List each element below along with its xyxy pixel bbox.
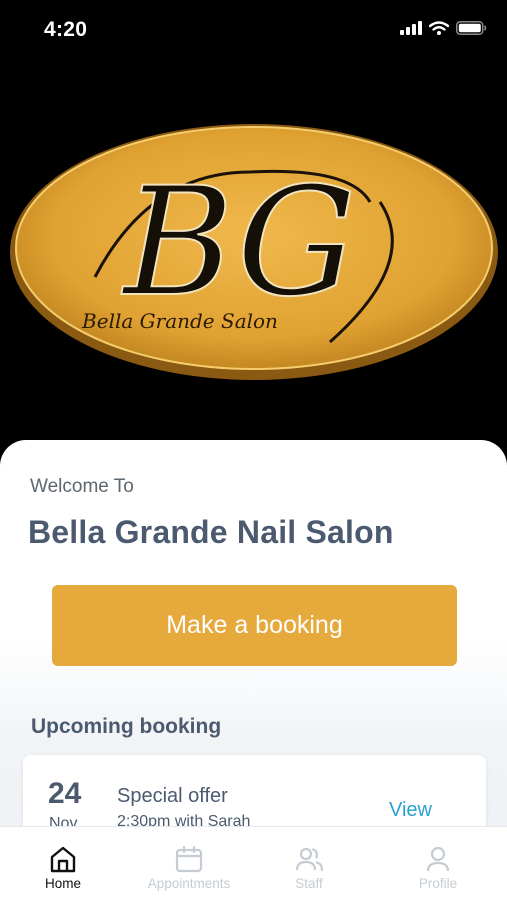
- logo-initials: BG: [121, 156, 357, 330]
- booking-title: Special offer: [117, 785, 228, 807]
- salon-logo: BG Bella Grande Salon: [10, 124, 498, 380]
- signal-icon: [400, 21, 422, 35]
- hero-banner: BG Bella Grande Salon: [0, 62, 507, 442]
- tab-home-label: Home: [44, 876, 81, 891]
- tab-staff[interactable]: Staff: [246, 827, 372, 901]
- tab-appointments[interactable]: Appointments: [126, 827, 252, 901]
- tab-appointments-label: Appointments: [147, 876, 231, 891]
- tab-profile-label: Profile: [418, 876, 458, 891]
- salon-name-heading: Bella Grande Nail Salon: [28, 514, 394, 550]
- status-icons: [400, 21, 487, 35]
- welcome-label: Welcome To: [30, 476, 134, 497]
- tab-profile[interactable]: Profile: [375, 827, 501, 901]
- home-icon: [50, 846, 76, 873]
- view-booking-link[interactable]: View: [389, 799, 432, 822]
- calendar-icon: [175, 845, 203, 873]
- upcoming-booking-heading: Upcoming booking: [31, 715, 222, 738]
- status-bar: 4:20: [0, 0, 507, 62]
- users-icon: [295, 847, 324, 872]
- tab-home[interactable]: Home: [0, 827, 126, 901]
- home-content-card: Welcome To Bella Grande Nail Salon Make …: [0, 440, 507, 845]
- status-time: 4:20: [44, 18, 88, 41]
- user-icon: [426, 846, 450, 872]
- battery-icon: [456, 21, 487, 35]
- bottom-tab-bar: Home Appointments Staff Profile: [0, 826, 507, 901]
- wifi-icon: [429, 21, 449, 35]
- logo-tagline: Bella Grande Salon: [81, 309, 278, 333]
- booking-day: 24: [48, 777, 82, 810]
- make-booking-button[interactable]: Make a booking: [52, 585, 457, 666]
- tab-staff-label: Staff: [295, 876, 323, 891]
